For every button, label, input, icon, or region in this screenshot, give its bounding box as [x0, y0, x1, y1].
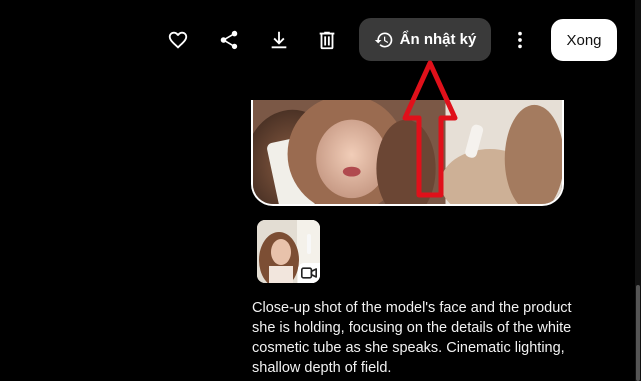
viewer-screen: Ẩn nhật ký Xong Close-up shot of the mod…: [0, 0, 641, 381]
media-description: Close-up shot of the model's face and th…: [252, 300, 572, 376]
more-vertical-icon: [518, 31, 522, 49]
share-icon: [220, 30, 238, 50]
scrollbar-thumb[interactable]: [636, 285, 640, 381]
delete-button[interactable]: [315, 28, 339, 52]
video-badge: [298, 263, 320, 283]
more-options-button[interactable]: [508, 28, 532, 52]
done-button[interactable]: Xong: [551, 19, 617, 61]
trash-icon: [319, 31, 335, 50]
media-thumbnail[interactable]: [257, 220, 320, 283]
annotation-arrow: [402, 60, 458, 198]
scrollbar[interactable]: [635, 0, 641, 381]
done-label: Xong: [566, 31, 602, 49]
history-icon: [374, 32, 392, 48]
download-button[interactable]: [267, 28, 291, 52]
download-icon: [271, 31, 287, 49]
share-button[interactable]: [217, 28, 241, 52]
hide-log-button[interactable]: Ẩn nhật ký: [359, 18, 491, 61]
hide-log-label: Ẩn nhật ký: [399, 31, 477, 48]
video-icon: [301, 267, 317, 279]
favorite-button[interactable]: [166, 28, 190, 52]
heart-icon: [168, 31, 188, 49]
